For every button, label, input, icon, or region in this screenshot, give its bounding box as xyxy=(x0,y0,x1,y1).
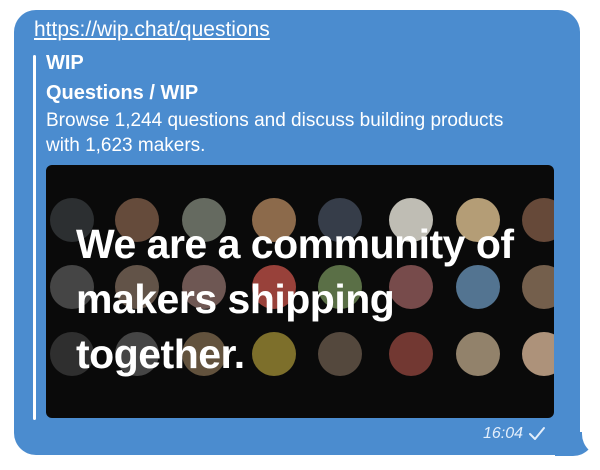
preview-site-name: WIP xyxy=(46,52,84,74)
message-time: 16:04 xyxy=(482,425,523,442)
message-link[interactable]: https://wip.chat/questions xyxy=(34,18,270,42)
preview-image[interactable]: We are a community of makers shipping to… xyxy=(46,165,554,418)
bubble-tail xyxy=(555,432,600,456)
message-meta: 16:04 xyxy=(483,425,546,443)
single-check-icon xyxy=(529,427,545,440)
preview-image-headline: We are a community of makers shipping to… xyxy=(76,221,514,377)
message-bubble[interactable]: https://wip.chat/questions WIP Questions… xyxy=(14,10,580,455)
chat-screen: https://wip.chat/questions WIP Questions… xyxy=(0,0,600,470)
preview-title: Questions / WIP xyxy=(46,82,199,104)
preview-description: Browse 1,244 questions and discuss build… xyxy=(46,110,504,156)
preview-accent-bar xyxy=(33,55,36,420)
